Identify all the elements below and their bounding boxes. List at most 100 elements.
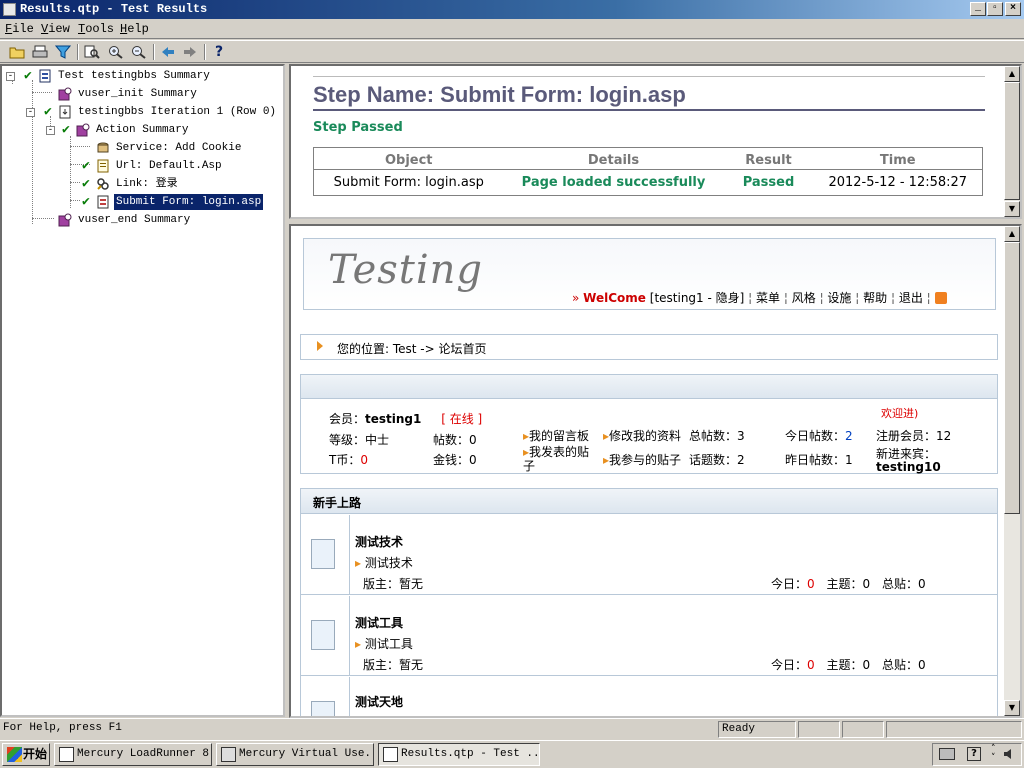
scroll-down-arrow[interactable]: ▼ xyxy=(1004,700,1020,716)
board-title[interactable]: 测试技术 xyxy=(355,533,403,550)
tree-node-url[interactable]: ✔ Url: Default.Asp xyxy=(6,158,276,174)
start-button[interactable]: 开始 xyxy=(2,743,50,766)
scroll-up-arrow[interactable]: ▲ xyxy=(1004,66,1020,82)
sub-board-link[interactable]: 测试技术 xyxy=(365,556,413,570)
board-title[interactable]: 测试工具 xyxy=(355,614,403,631)
taskbar-item-results[interactable]: Results.qtp - Test ... xyxy=(378,743,540,766)
user-nav: » WelCome [testing1 - 隐身] ¦ 菜单 ¦ 风格 ¦ 设施… xyxy=(572,289,947,306)
tree-node-iteration[interactable]: - ✔ testingbbs Iteration 1 (Row 0) xyxy=(6,104,276,120)
forward-arrow-icon[interactable] xyxy=(180,43,200,61)
link-edit-profile[interactable]: ▸修改我的资料 xyxy=(603,427,681,444)
close-button[interactable]: × xyxy=(1005,2,1021,16)
open-icon[interactable] xyxy=(7,43,27,61)
status-panel xyxy=(798,721,840,738)
page-snapshot-pane[interactable]: Testing » WelCome [testing1 - 隐身] ¦ 菜单 ¦… xyxy=(289,224,1022,718)
board-stats: 今日：0 主题：0 总贴：0 xyxy=(771,577,926,591)
app-icon[interactable] xyxy=(3,3,16,16)
menu-view[interactable]: View xyxy=(41,22,70,36)
step-details-pane[interactable]: Step Name: Submit Form: login.asp Step P… xyxy=(289,64,1022,219)
link-participated[interactable]: ▸我参与的贴子 xyxy=(603,451,681,468)
step-results-table: Object Details Result Time Submit Form: … xyxy=(313,147,983,196)
service-icon xyxy=(97,142,109,153)
cell-time: 2012-5-12 - 12:58:27 xyxy=(828,175,968,190)
board-section: 新手上路 测试技术 ▸ 测试技术 版主：暂无 今日：0 主题：0 总贴：0 测试… xyxy=(300,488,998,716)
board-title[interactable]: 测试天地 xyxy=(355,693,403,710)
tree-node-submit-form[interactable]: ✔ Submit Form: login.asp xyxy=(6,193,276,211)
nav-style[interactable]: 风格 xyxy=(792,291,816,305)
scroll-up-arrow[interactable]: ▲ xyxy=(1004,226,1020,242)
window-title: Results.qtp - Test Results xyxy=(20,2,208,16)
rss-icon[interactable] xyxy=(934,292,947,304)
menu-tools[interactable]: Tools xyxy=(78,22,114,36)
col-object: Object xyxy=(313,147,504,170)
vuser-icon xyxy=(58,87,72,101)
taskbar-item-loadrunner[interactable]: Mercury LoadRunner 8.1 xyxy=(54,743,212,766)
link-my-posts[interactable]: ▸我发表的贴子 xyxy=(523,445,595,473)
filter-icon[interactable] xyxy=(53,43,73,61)
tree-node-vuser-end[interactable]: vuser_end Summary xyxy=(6,212,276,228)
welcome-scroller: 欢迎进) xyxy=(881,407,919,420)
tree-node-service[interactable]: Service: Add Cookie xyxy=(6,140,276,156)
member-level: 中士 xyxy=(365,433,390,447)
keyboard-icon[interactable] xyxy=(939,748,955,760)
board-icon xyxy=(311,539,335,569)
vugen-icon xyxy=(221,747,236,762)
breadcrumb: 您的位置: Test -> 论坛首页 xyxy=(337,342,487,356)
welcome-text: WelCome xyxy=(583,291,646,305)
forum-header: Testing » WelCome [testing1 - 隐身] ¦ 菜单 ¦… xyxy=(303,238,996,310)
check-icon: ✔ xyxy=(82,158,90,173)
location-bar: 您的位置: Test -> 论坛首页 xyxy=(300,334,998,360)
tree-node-root[interactable]: - ✔ Test testingbbs Summary xyxy=(6,68,276,84)
col-details: Details xyxy=(503,147,724,170)
iteration-icon xyxy=(59,105,71,119)
taskbar-item-vugen[interactable]: Mercury Virtual Use... xyxy=(216,743,374,766)
board-icon xyxy=(311,620,335,650)
system-tray: ? ˄ ˅ xyxy=(932,743,1022,766)
newest-member-link[interactable]: testing10 xyxy=(876,460,941,474)
status-ready: Ready xyxy=(718,721,796,738)
zoom-in-icon[interactable] xyxy=(106,43,126,61)
col-result: Result xyxy=(723,147,814,170)
arrow-icon xyxy=(317,341,323,351)
menu-help[interactable]: Help xyxy=(120,22,149,36)
nav-logout[interactable]: 退出 xyxy=(899,291,923,305)
link-guestbook[interactable]: ▸我的留言板 xyxy=(523,427,589,444)
collapse-icon[interactable]: - xyxy=(46,126,55,135)
maximize-button[interactable]: ▫ xyxy=(987,2,1003,16)
scroll-thumb[interactable] xyxy=(1004,242,1020,514)
tree-node-action[interactable]: - ✔ Action Summary xyxy=(6,122,276,138)
status-panel xyxy=(842,721,884,738)
user-status[interactable]: [testing1 - 隐身] xyxy=(650,291,745,305)
zoom-out-icon[interactable] xyxy=(129,43,149,61)
results-tree[interactable]: - ✔ Test testingbbs Summary vuser_init S… xyxy=(0,64,285,717)
find-icon[interactable] xyxy=(82,43,102,61)
sub-board-link[interactable]: 测试工具 xyxy=(365,637,413,651)
test-summary-icon xyxy=(39,69,51,83)
scroll-thumb[interactable] xyxy=(1004,82,1020,200)
collapse-icon[interactable]: - xyxy=(26,108,35,117)
print-icon[interactable] xyxy=(30,43,50,61)
volume-icon[interactable] xyxy=(1003,748,1017,760)
menu-bar: File View Tools Help xyxy=(0,19,1024,39)
help-icon[interactable]: ? xyxy=(209,43,229,61)
table-row: Submit Form: login.asp Page loaded succe… xyxy=(314,170,983,196)
tree-node-link[interactable]: ✔ Link: 登录 xyxy=(6,176,276,192)
collapse-icon[interactable]: - xyxy=(6,72,15,81)
scroll-down-arrow[interactable]: ▼ xyxy=(1004,201,1020,217)
menu-file[interactable]: File xyxy=(5,22,34,36)
window-titlebar[interactable]: Results.qtp - Test Results _ ▫ × xyxy=(0,0,1024,19)
nav-settings[interactable]: 设施 xyxy=(827,291,851,305)
top-scrollbar[interactable]: ▲ ▼ xyxy=(1004,66,1020,217)
page-scrollbar[interactable]: ▲ ▼ xyxy=(1004,226,1020,716)
tray-toggle-icon[interactable]: ˄ ˅ xyxy=(991,745,996,763)
nav-menu[interactable]: 菜单 xyxy=(756,291,780,305)
tree-node-vuser-init[interactable]: vuser_init Summary xyxy=(6,86,276,102)
help-tray-icon[interactable]: ? xyxy=(967,747,981,761)
minimize-button[interactable]: _ xyxy=(970,2,986,16)
check-icon: ✔ xyxy=(82,176,90,191)
nav-help[interactable]: 帮助 xyxy=(863,291,887,305)
check-icon: ✔ xyxy=(24,68,32,83)
back-arrow-icon[interactable] xyxy=(158,43,178,61)
loadrunner-icon xyxy=(59,747,74,762)
col-time: Time xyxy=(813,147,983,170)
